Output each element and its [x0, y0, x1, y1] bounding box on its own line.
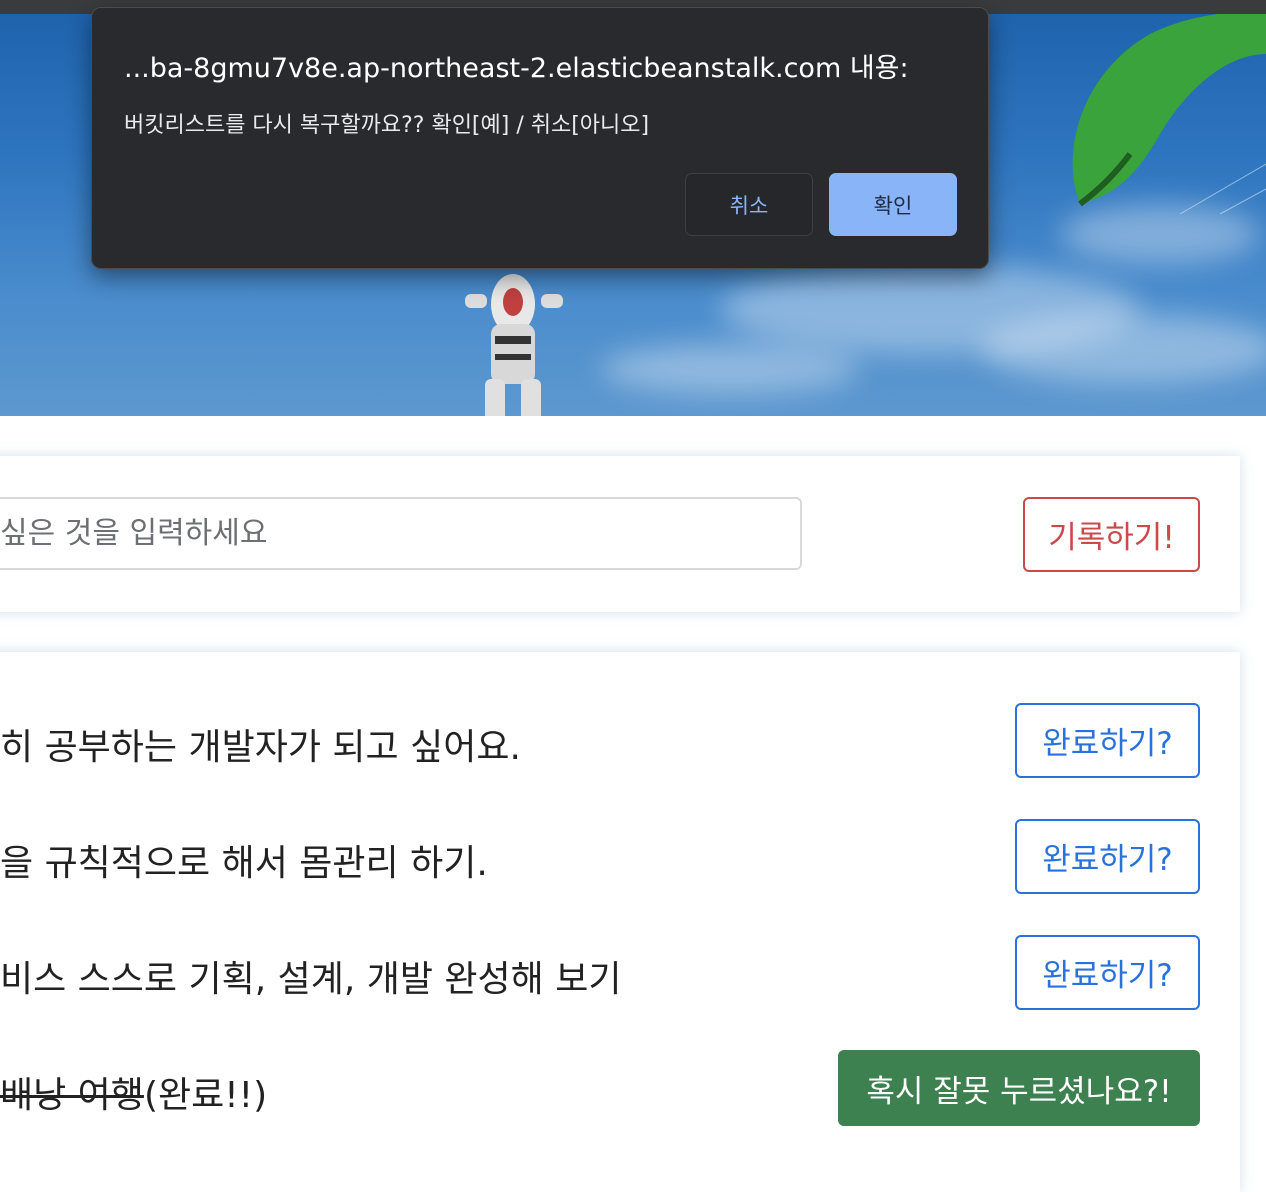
complete-button[interactable]: 완료하기? — [1015, 935, 1200, 1010]
complete-button[interactable]: 완료하기? — [1015, 819, 1200, 894]
skydiver-figure-icon — [465, 274, 563, 416]
dialog-title: ...ba-8gmu7v8e.ap-northeast-2.elasticbea… — [124, 53, 909, 84]
record-button[interactable]: 기록하기! — [1023, 497, 1200, 572]
bucket-input[interactable] — [0, 497, 802, 570]
bucket-item-done: 배낭 여행(완료!!) — [0, 1066, 267, 1118]
bucket-item-text: 히 공부하는 개발자가 되고 싶어요. — [0, 727, 521, 768]
bucket-item-text-struck: 배낭 여행 — [0, 1075, 144, 1116]
undo-button[interactable]: 혹시 잘못 누르셨나요?! — [838, 1050, 1200, 1126]
paraglider-canopy-icon — [1072, 14, 1266, 214]
confirm-dialog: ...ba-8gmu7v8e.ap-northeast-2.elasticbea… — [91, 7, 989, 269]
bucket-item-text: 을 규칙적으로 해서 몸관리 하기. — [0, 843, 488, 884]
dialog-ok-button[interactable]: 확인 — [829, 173, 957, 236]
bucket-item-text: 비스 스스로 기획, 설계, 개발 완성해 보기 — [0, 959, 622, 1000]
dialog-message: 버킷리스트를 다시 복구할까요?? 확인[예] / 취소[아니오] — [124, 113, 650, 138]
dialog-cancel-button[interactable]: 취소 — [685, 173, 813, 236]
complete-button[interactable]: 완료하기? — [1015, 703, 1200, 778]
bucket-item-done-suffix: (완료!!) — [143, 1075, 268, 1116]
